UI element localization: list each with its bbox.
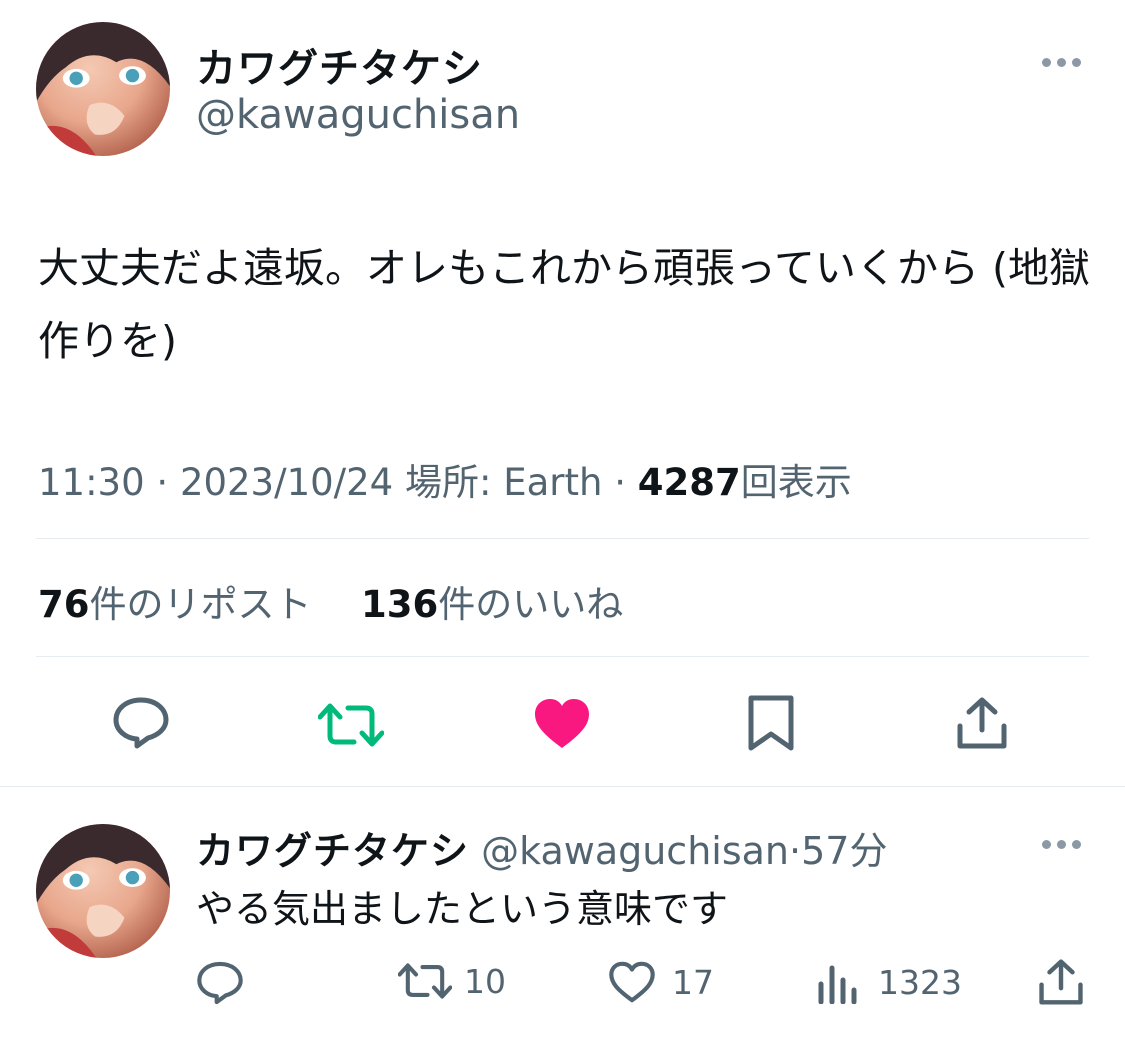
like-icon (609, 961, 655, 1003)
reply-reply-button[interactable] (196, 960, 244, 1006)
avatar-illustration (36, 22, 170, 156)
reposts-stat[interactable]: 76件のリポスト (38, 583, 312, 626)
meta-separator: · (156, 461, 180, 504)
more-icon[interactable] (1042, 54, 1086, 68)
avatar-illustration (36, 824, 170, 958)
author-handle[interactable]: @kawaguchisan (196, 92, 520, 138)
reply-views-button[interactable]: 1323 (816, 960, 962, 1004)
reposts-count: 76 (38, 583, 90, 626)
reply-time[interactable]: 57分 (801, 829, 887, 873)
reply-author-handle[interactable]: @kawaguchisan (481, 829, 789, 873)
meta-separator: · (614, 461, 638, 504)
share-icon (1039, 959, 1083, 1005)
reply-author-avatar[interactable] (36, 824, 170, 958)
tweet-text: 大丈夫だよ遠坂。オレもこれから頑張っていくから (地獄作りを) (38, 244, 1090, 365)
reply-reposts-count: 10 (464, 961, 506, 1001)
engagement-stats: 76件のリポスト 136件のいいね (38, 574, 623, 628)
reply-share-button[interactable] (1038, 958, 1084, 1006)
reply-icon (197, 961, 243, 1005)
repost-icon[interactable] (318, 700, 384, 750)
reply-text: やる気出ましたという意味です (196, 887, 729, 931)
tweet-location: 場所: Earth (404, 461, 603, 504)
likes-count: 136 (361, 583, 439, 626)
views-label: 回表示 (740, 461, 852, 504)
reply-author-name[interactable]: カワグチタケシ (196, 829, 469, 873)
reply-likes-count: 17 (672, 962, 714, 1002)
author-display-name[interactable]: カワグチタケシ (196, 36, 483, 94)
likes-label: 件のいいね (438, 583, 624, 626)
reply-header: カワグチタケシ @kawaguchisan·57分 (196, 820, 887, 875)
reply-like-button[interactable]: 17 (608, 960, 714, 1004)
meta-separator: · (789, 829, 802, 873)
divider (0, 786, 1125, 787)
likes-stat[interactable]: 136件のいいね (361, 583, 623, 626)
reply-views-count: 1323 (878, 962, 962, 1002)
reply-icon[interactable] (112, 696, 170, 750)
like-icon[interactable] (533, 698, 591, 750)
author-avatar[interactable] (36, 22, 170, 156)
share-icon[interactable] (956, 696, 1008, 750)
divider (36, 656, 1089, 657)
views-count: 4287 (637, 461, 741, 504)
views-icon (818, 965, 857, 1004)
more-icon[interactable] (1042, 836, 1086, 850)
tweet-meta: 11:30 · 2023/10/24 場所: Earth · 4287回表示 (38, 452, 852, 506)
tweet-time[interactable]: 11:30 (38, 461, 145, 504)
bookmark-icon[interactable] (747, 694, 795, 752)
divider (36, 538, 1089, 539)
repost-icon (398, 963, 452, 999)
tweet-date[interactable]: 2023/10/24 (180, 461, 393, 504)
reply-repost-button[interactable]: 10 (398, 960, 506, 1002)
reposts-label: 件のリポスト (89, 583, 312, 626)
